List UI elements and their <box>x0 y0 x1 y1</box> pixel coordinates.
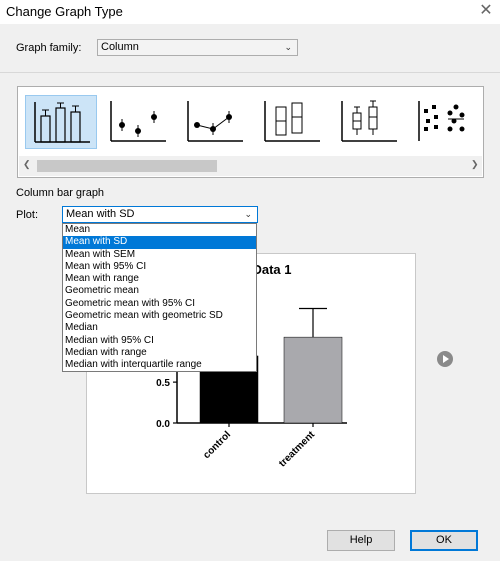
scroll-right-icon[interactable]: ❯ <box>471 159 479 170</box>
plot-option[interactable]: Mean with SD <box>63 236 256 249</box>
column-scatter-dots-icon[interactable] <box>410 95 482 149</box>
y-tick-label: 0.5 <box>156 378 170 389</box>
plot-option[interactable]: Mean with SEM <box>63 249 256 261</box>
play-icon[interactable] <box>437 351 453 367</box>
plot-option[interactable]: Geometric mean with geometric SD <box>63 310 256 322</box>
column-mean-connected-icon[interactable] <box>179 95 251 149</box>
bar <box>283 336 343 424</box>
column-mean-points-icon[interactable] <box>102 95 174 149</box>
plot-dropdown-list[interactable]: Mean Mean with SD Mean with SEM Mean with 9… <box>62 223 257 372</box>
gallery-scroll-thumb[interactable] <box>37 160 217 172</box>
column-box-plot-icon[interactable] <box>333 95 405 149</box>
plot-value: Mean with SD <box>66 208 135 220</box>
graph-family-select[interactable]: Column ⌄ <box>97 39 298 56</box>
plot-option[interactable]: Median with interquartile range <box>63 359 256 371</box>
scroll-left-icon[interactable]: ❮ <box>23 159 31 170</box>
help-button[interactable]: Help <box>327 530 395 551</box>
graph-family-value: Column <box>101 41 139 53</box>
plot-option[interactable]: Median with 95% CI <box>63 335 256 347</box>
chart-title: Data 1 <box>252 262 291 277</box>
plot-option[interactable]: Mean <box>63 224 256 236</box>
gallery-scrollbar[interactable]: ❮ ❯ <box>19 156 482 176</box>
plot-select[interactable]: Mean with SD ⌄ <box>62 206 258 223</box>
x-tick-label: control <box>201 429 233 461</box>
plot-option[interactable]: Median <box>63 322 256 334</box>
plot-option[interactable]: Geometric mean with 95% CI <box>63 298 256 310</box>
dialog-title: Change Graph Type <box>6 4 123 19</box>
column-floating-bar-icon[interactable] <box>256 95 328 149</box>
plot-option[interactable]: Mean with 95% CI <box>63 261 256 273</box>
plot-option[interactable]: Median with range <box>63 347 256 359</box>
graph-type-gallery[interactable]: ❮ ❯ <box>17 86 484 178</box>
plot-option[interactable]: Geometric mean <box>63 285 256 297</box>
x-tick-label: treatment <box>277 429 317 469</box>
ok-button[interactable]: OK <box>410 530 478 551</box>
y-tick-label: 0.0 <box>156 419 170 430</box>
graph-type-name: Column bar graph <box>16 187 105 199</box>
chevron-down-icon: ⌄ <box>284 42 292 52</box>
plot-option[interactable]: Mean with range <box>63 273 256 285</box>
chevron-down-icon: ⌄ <box>244 209 252 219</box>
close-icon[interactable]: ✕ <box>478 3 494 19</box>
graph-family-label: Graph family: <box>16 42 82 54</box>
plot-label: Plot: <box>16 209 39 221</box>
column-bar-icon[interactable] <box>25 95 97 149</box>
